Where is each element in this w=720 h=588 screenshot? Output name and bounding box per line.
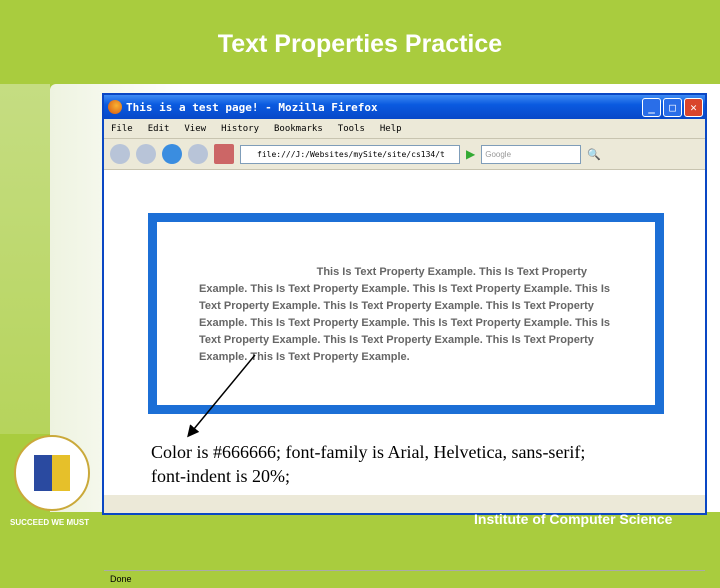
arrow-annotation xyxy=(187,354,256,438)
motto: SUCCEED WE MUST xyxy=(10,518,90,527)
university-logo xyxy=(14,435,90,511)
footer-institute: Institute of Computer Science xyxy=(474,511,673,527)
status-bar: Done xyxy=(104,570,705,588)
